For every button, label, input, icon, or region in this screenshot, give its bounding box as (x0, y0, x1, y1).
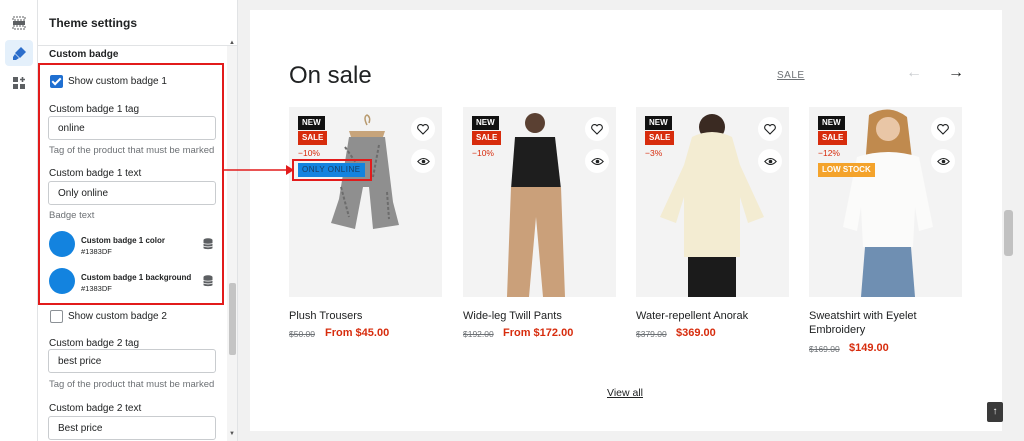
discount-label: −12% (818, 148, 840, 158)
product-image[interactable]: NEW SALE −12% LOW STOCK (809, 107, 962, 297)
sale-collection-link[interactable]: SALE (777, 70, 805, 81)
app-blocks-icon[interactable] (5, 70, 33, 96)
panel-scrollbar-track[interactable] (227, 46, 237, 441)
discount-label: −10% (298, 148, 320, 158)
badge-2-tag-input[interactable]: best price (48, 349, 216, 373)
scroll-down-icon[interactable]: ▼ (229, 431, 235, 437)
section-title: On sale (289, 62, 372, 89)
show-badge-2-checkbox[interactable] (50, 310, 63, 323)
theme-settings-brush-icon[interactable] (5, 40, 33, 66)
scroll-up-icon[interactable]: ▲ (229, 40, 235, 46)
sale-price: From $172.00 (503, 327, 574, 339)
arrow-up-icon[interactable]: ↑ (987, 402, 1003, 422)
heart-icon[interactable] (585, 117, 609, 141)
view-all-link[interactable]: View all (607, 387, 643, 399)
connector-arrow-icon (224, 165, 294, 175)
badge-sale: SALE (298, 131, 328, 145)
eye-icon[interactable] (411, 149, 435, 173)
panel-title: Theme settings (38, 0, 237, 46)
badge-2-tag-label: Custom badge 2 tag (49, 338, 140, 349)
product-image[interactable]: NEW SALE −10% (463, 107, 616, 297)
badge-new: NEW (645, 116, 672, 130)
eye-icon[interactable] (758, 149, 782, 173)
sale-price: From $45.00 (325, 327, 390, 339)
compare-price: $192.00 (463, 329, 494, 339)
product-title[interactable]: Plush Trousers (289, 309, 442, 323)
show-badge-2-label: Show custom badge 2 (68, 311, 167, 322)
heart-icon[interactable] (931, 117, 955, 141)
badge-new: NEW (472, 116, 499, 130)
discount-label: −3% (645, 148, 663, 158)
custom-badge-heading: Custom badge (49, 49, 119, 60)
badge-2-tag-help: Tag of the product that must be marked (49, 379, 215, 390)
icon-rail (0, 0, 38, 441)
product-title[interactable]: Wide-leg Twill Pants (463, 309, 616, 323)
heart-icon[interactable] (411, 117, 435, 141)
badge-sale: SALE (472, 131, 502, 145)
badge-low-stock: LOW STOCK (818, 163, 875, 177)
eye-icon[interactable] (931, 149, 955, 173)
compare-price: $50.00 (289, 329, 315, 339)
sale-price: $369.00 (676, 327, 716, 339)
highlight-box-settings (38, 63, 224, 305)
compare-price: $169.00 (809, 344, 840, 354)
badge-2-text-input[interactable]: Best price (48, 416, 216, 440)
badge-sale: SALE (818, 131, 848, 145)
sale-price: $149.00 (849, 342, 889, 354)
compare-price: $379.00 (636, 329, 667, 339)
product-title[interactable]: Water-repellent Anorak (636, 309, 789, 323)
heart-icon[interactable] (758, 117, 782, 141)
eye-icon[interactable] (585, 149, 609, 173)
badge-new: NEW (818, 116, 845, 130)
panel-scrollbar-thumb[interactable] (229, 283, 236, 355)
preview-scrollbar-thumb[interactable] (1004, 210, 1013, 256)
product-image[interactable]: NEW SALE −3% (636, 107, 789, 297)
arrow-left-icon[interactable]: ← (906, 64, 922, 82)
product-image[interactable]: NEW SALE −10% ONLY ONLINE (289, 107, 442, 297)
sections-icon[interactable] (5, 10, 33, 36)
discount-label: −10% (472, 148, 494, 158)
badge-sale: SALE (645, 131, 675, 145)
highlight-box-badge (292, 159, 372, 181)
arrow-right-icon[interactable]: → (948, 64, 964, 82)
badge-new: NEW (298, 116, 325, 130)
product-title[interactable]: Sweatshirt with Eyelet Embroidery (809, 309, 962, 337)
badge-2-text-label: Custom badge 2 text (49, 403, 142, 414)
